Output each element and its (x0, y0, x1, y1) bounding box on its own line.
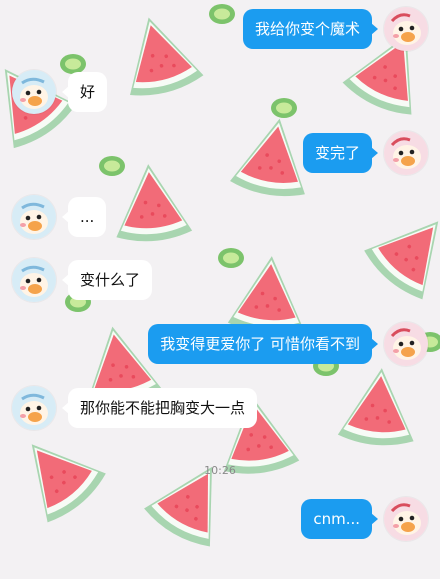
cartoon-avatar-pink-icon[interactable] (384, 322, 428, 366)
cartoon-avatar-blue-icon[interactable] (12, 258, 56, 302)
message-bubble-incoming[interactable]: ... (61, 197, 107, 237)
watermelon-slice (337, 364, 420, 449)
message-bubble-outgoing[interactable]: 我给你变个魔术 (242, 9, 379, 49)
message-row-incoming: 那你能不能把胸变大一点 (12, 386, 258, 430)
lime-slice (99, 156, 125, 176)
message-row-outgoing: 我变得更爱你了 可惜你看不到 (148, 322, 428, 366)
message-row-incoming: 好 (12, 70, 108, 114)
message-row-outgoing: 变完了 (302, 131, 428, 175)
watermelon-slice (359, 196, 440, 305)
cartoon-avatar-blue-icon[interactable] (12, 195, 56, 239)
cartoon-avatar-pink-icon[interactable] (384, 497, 428, 541)
message-bubble-incoming[interactable]: 好 (61, 72, 108, 112)
lime-slice (271, 98, 297, 118)
message-row-outgoing: 我给你变个魔术 (242, 7, 428, 51)
watermelon-slice (111, 7, 206, 102)
cartoon-avatar-pink-icon[interactable] (384, 131, 428, 175)
message-bubble-incoming[interactable]: 变什么了 (61, 260, 153, 300)
lime-slice (218, 248, 244, 268)
cartoon-avatar-pink-icon[interactable] (384, 7, 428, 51)
lime-slice (209, 4, 235, 24)
message-bubble-outgoing[interactable]: cnm... (301, 499, 378, 539)
message-row-incoming: ... (12, 195, 107, 239)
message-row-incoming: 变什么了 (12, 258, 153, 302)
watermelon-slice (110, 160, 193, 245)
message-bubble-outgoing[interactable]: 我变得更爱你了 可惜你看不到 (148, 324, 378, 364)
message-bubble-incoming[interactable]: 那你能不能把胸变大一点 (61, 388, 258, 428)
cartoon-avatar-blue-icon[interactable] (12, 386, 56, 430)
message-timestamp: 10:26 (204, 464, 236, 477)
message-bubble-outgoing[interactable]: 变完了 (302, 133, 379, 173)
cartoon-avatar-blue-icon[interactable] (12, 70, 56, 114)
message-row-outgoing: cnm... (301, 497, 428, 541)
